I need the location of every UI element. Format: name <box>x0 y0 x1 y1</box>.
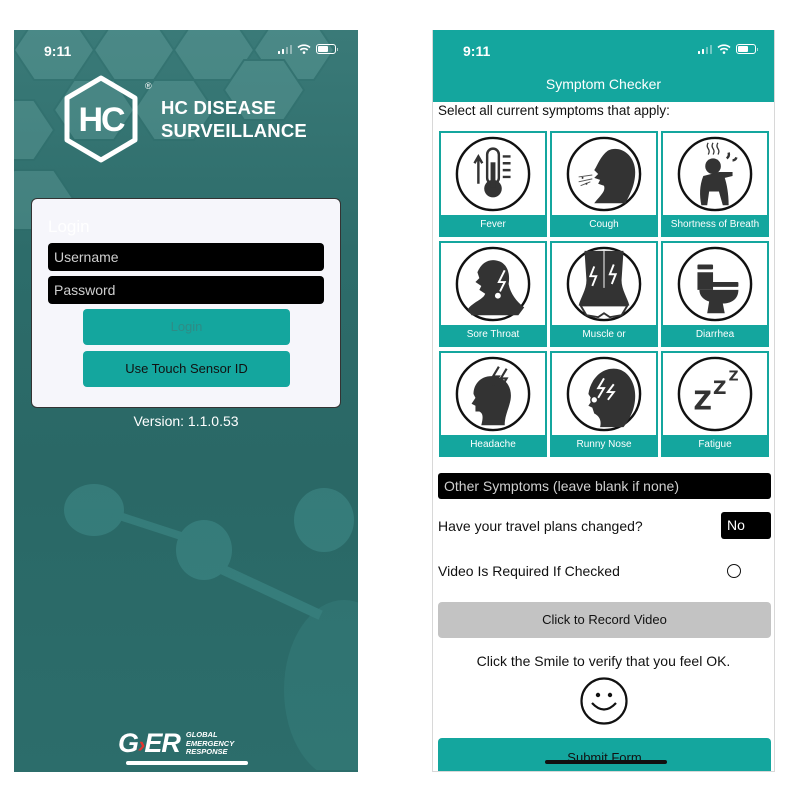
smiley-icon[interactable] <box>579 676 629 726</box>
hc-logo-icon: HC <box>64 75 138 163</box>
travel-plans-select[interactable]: No <box>721 512 771 539</box>
username-input[interactable] <box>48 243 324 271</box>
symptom-checker-screen: 9:11 Symptom Checker Select all current … <box>432 30 775 772</box>
symptom-tile-shortness-of-breath[interactable]: Shortness of Breath <box>661 131 769 237</box>
page-title: Symptom Checker <box>545 76 662 92</box>
symptom-tile-cough[interactable]: Cough <box>550 131 658 237</box>
svg-text:HC: HC <box>78 101 125 139</box>
header-bar: 9:11 Symptom Checker <box>433 30 774 102</box>
travel-plans-label: Have your travel plans changed? <box>438 518 643 534</box>
login-heading: Login <box>48 217 90 236</box>
home-indicator[interactable] <box>126 761 248 765</box>
symptom-label: Sore Throat <box>441 325 545 345</box>
record-video-button[interactable]: Click to Record Video <box>438 602 771 638</box>
virus-molecule-background <box>64 484 358 770</box>
registered-mark: ® <box>145 81 152 91</box>
other-symptoms-input[interactable] <box>438 473 771 499</box>
svg-text:Z: Z <box>694 386 712 416</box>
login-button[interactable]: Login <box>83 309 290 345</box>
symptom-label: Shortness of Breath <box>663 215 767 235</box>
status-time: 9:11 <box>463 43 491 59</box>
symptom-tile-sore-throat[interactable]: Sore Throat <box>439 241 547 347</box>
video-required-radio[interactable] <box>727 564 741 578</box>
svg-text:Z: Z <box>713 378 726 399</box>
submit-form-button[interactable]: Submit Form <box>438 738 771 771</box>
symptom-tile-muscle-pain[interactable]: Muscle or <box>550 241 658 347</box>
ger-wordmark: GLOBAL EMERGENCY RESPONSE <box>185 730 235 757</box>
app-title: HC DISEASE SURVEILLANCE <box>161 97 307 141</box>
svg-text:Z: Z <box>729 368 739 384</box>
symptom-tile-fatigue[interactable]: Z Z Z Fatigue <box>661 351 769 457</box>
symptom-label: Diarrhea <box>663 325 767 345</box>
status-icons <box>697 44 758 54</box>
login-card: Login Login Use Touch Sensor ID <box>31 198 341 408</box>
symptom-label: Muscle or <box>552 325 656 345</box>
wifi-icon <box>297 44 311 54</box>
symptom-label: Cough <box>552 215 656 235</box>
instructions: Select all current symptoms that apply: <box>438 103 670 118</box>
headache-icon <box>455 356 531 432</box>
battery-icon <box>316 44 338 54</box>
password-input[interactable] <box>48 276 324 304</box>
symptom-label: Headache <box>441 435 545 455</box>
symptom-tile-diarrhea[interactable]: Diarrhea <box>661 241 769 347</box>
sore-throat-icon <box>455 246 531 322</box>
signal-icon <box>277 44 292 54</box>
runny-nose-icon <box>566 356 642 432</box>
toilet-icon <box>677 246 753 322</box>
login-screen: 9:11 HC ® HC DISEASE SURVEILLANCE Login … <box>14 30 358 772</box>
zzz-icon: Z Z Z <box>677 356 753 432</box>
breathless-icon <box>677 136 753 212</box>
muscle-pain-icon <box>566 246 642 322</box>
video-required-label: Video Is Required If Checked <box>438 563 620 579</box>
symptom-tile-headache[interactable]: Headache <box>439 351 547 457</box>
symptom-label: Fatigue <box>663 435 767 455</box>
version-label: Version: 1.1.0.53 <box>133 413 239 429</box>
battery-icon <box>736 44 758 54</box>
symptom-tile-runny-nose[interactable]: Runny Nose <box>550 351 658 457</box>
signal-icon <box>697 44 712 54</box>
status-time: 9:11 <box>44 43 72 59</box>
home-indicator[interactable] <box>545 760 667 764</box>
symptom-label: Runny Nose <box>552 435 656 455</box>
status-icons <box>277 44 338 54</box>
symptom-label: Fever <box>441 215 545 235</box>
symptom-grid: Fever Cough Shortness of Breath Sore Thr… <box>439 131 770 457</box>
symptom-tile-fever[interactable]: Fever <box>439 131 547 237</box>
cough-icon <box>566 136 642 212</box>
wifi-icon <box>717 44 731 54</box>
ger-logo: G›ER GLOBAL EMERGENCY RESPONSE <box>118 728 234 760</box>
smile-instruction: Click the Smile to verify that you feel … <box>476 653 731 669</box>
ger-mark: G›ER <box>118 728 181 758</box>
touch-sensor-button[interactable]: Use Touch Sensor ID <box>83 351 290 387</box>
status-bar: 9:11 <box>14 30 358 70</box>
thermometer-icon <box>455 136 531 212</box>
